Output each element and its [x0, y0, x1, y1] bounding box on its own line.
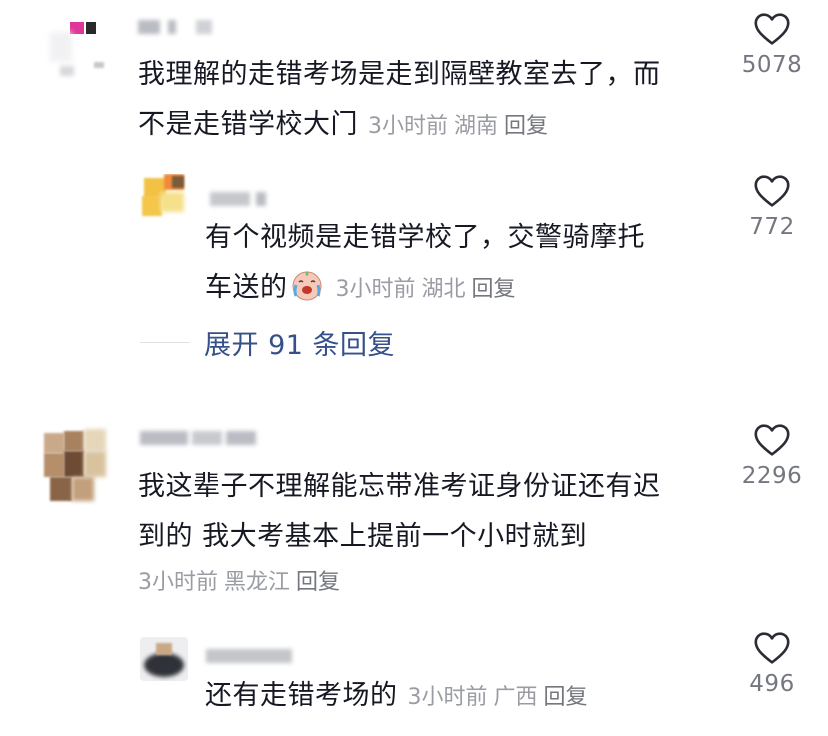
- comment-text: 我理解的走错考场是走到隔壁教室去了，而 不是走错学校大门 3小时前 湖南 回复: [138, 50, 728, 152]
- heart-outline-icon[interactable]: [753, 174, 791, 208]
- comment-text-line: 我这辈子不理解能忘带准考证身份证还有迟: [138, 471, 661, 502]
- like-button[interactable]: 772: [732, 174, 812, 240]
- comment-text: 有个视频是走错学校了，交警骑摩托 车送的 3小时前 湖北 回复: [205, 213, 725, 315]
- avatar[interactable]: [38, 12, 108, 82]
- comment-time: 3小时前: [138, 570, 218, 595]
- comment-meta: 3小时前 湖南 回复: [368, 114, 554, 139]
- username-blurred[interactable]: [210, 188, 270, 210]
- comment-text-part: 不是走错学校大门: [138, 109, 358, 140]
- avatar[interactable]: [40, 423, 112, 505]
- like-count: 772: [749, 214, 795, 240]
- comment-text-line: 我理解的走错考场是走到隔壁教室去了，而: [138, 59, 661, 90]
- comment-meta: 3小时前 湖北 回复: [336, 277, 522, 302]
- expand-replies-button[interactable]: 展开 91 条回复: [140, 322, 395, 362]
- divider: [140, 341, 190, 343]
- comment-meta: 3小时前 黑龙江 回复: [138, 565, 346, 601]
- reply-item: 还有走错考场的 3小时前 广西 回复 496: [0, 625, 828, 736]
- heart-outline-icon[interactable]: [753, 631, 791, 665]
- comment-item: 我这辈子不理解能忘带准考证身份证还有迟 到的 我大考基本上提前一个小时就到 3小…: [0, 415, 828, 615]
- comment-text-part: 车送的: [205, 272, 288, 303]
- like-count: 496: [749, 671, 795, 697]
- comment-text-line: 到的 我大考基本上提前一个小时就到: [138, 521, 588, 552]
- comment-location: 湖南: [454, 114, 499, 139]
- like-button[interactable]: 2296: [732, 423, 812, 489]
- heart-outline-icon[interactable]: [753, 12, 791, 46]
- reply-button[interactable]: 回复: [472, 277, 516, 302]
- expand-replies-label[interactable]: 展开 91 条回复: [204, 323, 395, 362]
- like-count: 5078: [741, 52, 803, 78]
- comment-location: 黑龙江: [224, 570, 291, 595]
- username-blurred[interactable]: [140, 427, 260, 449]
- reply-button[interactable]: 回复: [296, 570, 340, 595]
- comment-location: 湖北: [421, 277, 466, 302]
- comment-location: 广西: [493, 685, 538, 710]
- comment-meta: 3小时前 广西 回复: [408, 685, 594, 710]
- comment-time: 3小时前: [335, 277, 416, 302]
- comment-time: 3小时前: [407, 685, 488, 710]
- comment-time: 3小时前: [368, 114, 448, 139]
- reply-item: 有个视频是走错学校了，交警骑摩托 车送的 3小时前 湖北 回复 772: [0, 160, 828, 320]
- like-count: 2296: [741, 463, 803, 489]
- comment-text-line: 不是走错学校大门 3小时前 湖南 回复: [138, 100, 728, 152]
- comment-text: 还有走错考场的 3小时前 广西 回复: [205, 671, 725, 723]
- comment-text-line: 还有走错考场的 3小时前 广西 回复: [205, 671, 725, 723]
- avatar[interactable]: [140, 174, 190, 220]
- comment-text-line: 有个视频是走错学校了，交警骑摩托: [205, 222, 645, 253]
- like-button[interactable]: 5078: [732, 12, 812, 78]
- reply-button[interactable]: 回复: [504, 114, 548, 139]
- comment-item: 我理解的走错考场是走到隔壁教室去了，而 不是走错学校大门 3小时前 湖南 回复 507…: [0, 0, 828, 160]
- comment-text-part: 还有走错考场的: [205, 680, 398, 711]
- comment-text: 我这辈子不理解能忘带准考证身份证还有迟 到的 我大考基本上提前一个小时就到: [138, 462, 728, 562]
- heart-outline-icon[interactable]: [753, 423, 791, 457]
- reply-button[interactable]: 回复: [544, 685, 588, 710]
- username-blurred[interactable]: [206, 645, 296, 667]
- crying-face-emoji: [292, 271, 321, 301]
- comment-text-line: 车送的 3小时前 湖北 回复: [205, 263, 725, 315]
- username-blurred[interactable]: [138, 16, 218, 38]
- like-button[interactable]: 496: [732, 631, 812, 697]
- avatar[interactable]: [140, 637, 188, 681]
